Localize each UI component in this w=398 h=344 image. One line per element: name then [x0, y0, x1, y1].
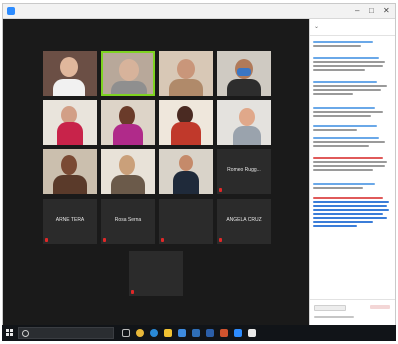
chat-message — [313, 57, 392, 71]
chevron-down-icon[interactable]: ⌄ — [314, 23, 319, 30]
muted-mic-icon — [45, 238, 48, 242]
taskbar-search[interactable] — [18, 327, 114, 339]
participant-head — [239, 108, 255, 126]
chat-message-private — [313, 197, 392, 227]
chat-panel: ⌄ — [309, 19, 395, 325]
muted-mic-icon — [219, 238, 222, 242]
meeting-window: – □ ✕ Romeo Rugg... ARNE TERA Rosa Serna… — [2, 3, 396, 325]
chat-header: ⌄ — [310, 19, 395, 36]
participant-head — [119, 106, 135, 126]
video-tile[interactable] — [43, 149, 97, 194]
name-only-tile[interactable] — [129, 251, 183, 296]
chat-message — [313, 183, 392, 189]
participant-body — [53, 175, 87, 194]
store-icon[interactable] — [178, 329, 186, 337]
name-only-tile[interactable]: Romeo Rugg... — [217, 149, 271, 194]
participant-head — [119, 155, 135, 175]
recipient-dropdown[interactable] — [314, 305, 346, 311]
video-tile[interactable] — [217, 51, 271, 96]
chat-message — [313, 81, 392, 95]
video-tile[interactable] — [159, 51, 213, 96]
search-input[interactable] — [30, 329, 110, 337]
participant-head — [179, 155, 193, 171]
chat-message-private — [313, 157, 392, 171]
video-tile[interactable] — [217, 100, 271, 145]
participant-head — [177, 59, 195, 79]
participant-body — [113, 124, 143, 145]
participant-name: Rosa Serna — [114, 217, 142, 223]
chat-input[interactable] — [314, 316, 354, 318]
chat-compose — [310, 299, 395, 326]
name-only-tile[interactable]: Rosa Serna — [101, 199, 155, 244]
browser-edge-icon[interactable] — [150, 329, 158, 337]
search-icon — [22, 330, 29, 337]
video-tile[interactable] — [43, 100, 97, 145]
system-tray[interactable] — [332, 328, 358, 338]
muted-mic-icon — [131, 290, 134, 294]
video-tile[interactable] — [101, 149, 155, 194]
minimize-button[interactable]: – — [355, 6, 359, 16]
title-bar: – □ ✕ — [3, 4, 395, 19]
video-tile[interactable] — [43, 51, 97, 96]
file-button[interactable] — [370, 305, 390, 309]
participant-head — [60, 57, 78, 77]
muted-mic-icon — [219, 188, 222, 192]
participant-name: ARNE TERA — [55, 217, 85, 223]
windows-start-icon[interactable] — [6, 329, 14, 337]
name-only-tile[interactable]: ANGELA CRUZ — [217, 199, 271, 244]
word-icon[interactable] — [206, 329, 214, 337]
gallery-view: Romeo Rugg... ARNE TERA Rosa Serna ANGEL… — [3, 19, 309, 325]
video-tile[interactable] — [101, 100, 155, 145]
taskbar — [2, 325, 396, 341]
chat-message — [313, 137, 392, 147]
video-call-app-icon[interactable] — [234, 329, 242, 337]
mail-icon[interactable] — [192, 329, 200, 337]
participant-body — [173, 171, 199, 194]
participant-body — [111, 81, 147, 94]
chat-message — [313, 125, 392, 131]
participant-body — [111, 175, 145, 194]
participant-body — [227, 79, 261, 96]
maximize-button[interactable]: □ — [369, 6, 374, 16]
close-button[interactable]: ✕ — [383, 6, 390, 16]
browser-chrome-icon[interactable] — [136, 329, 144, 337]
participant-body — [57, 122, 83, 145]
name-only-tile[interactable] — [159, 199, 213, 244]
file-explorer-icon[interactable] — [164, 329, 172, 337]
video-tile[interactable] — [159, 100, 213, 145]
muted-mic-icon — [103, 238, 106, 242]
name-only-tile[interactable]: ARNE TERA — [43, 199, 97, 244]
participant-name: Romeo Rugg... — [227, 167, 261, 173]
participant-body — [169, 79, 203, 96]
face-mask — [237, 68, 251, 76]
powerpoint-icon[interactable] — [220, 329, 228, 337]
chat-message — [313, 107, 392, 117]
participant-head — [61, 155, 77, 175]
app-icon[interactable] — [248, 329, 256, 337]
participant-name: ANGELA CRUZ — [226, 217, 262, 223]
participant-body — [171, 122, 201, 145]
participant-body — [53, 79, 85, 96]
chat-message — [313, 41, 392, 47]
task-view-icon[interactable] — [122, 329, 130, 337]
participant-body — [233, 126, 261, 145]
video-tile[interactable] — [159, 149, 213, 194]
muted-mic-icon — [161, 238, 164, 242]
participant-head — [119, 59, 139, 81]
video-tile-active-speaker[interactable] — [101, 51, 155, 96]
video-call-app-icon — [7, 7, 15, 15]
